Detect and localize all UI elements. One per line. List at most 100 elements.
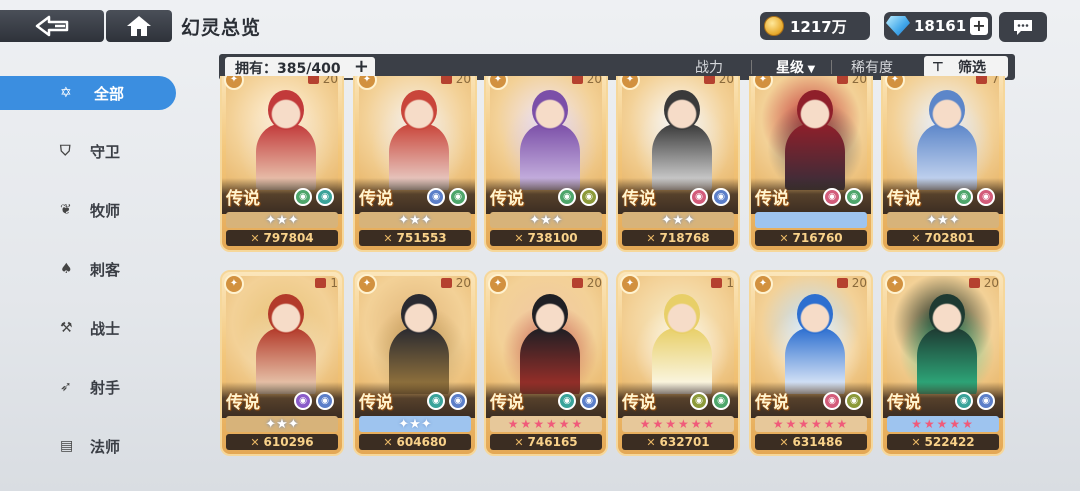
divider — [751, 60, 752, 74]
hero-card[interactable]: ✦ 1 传说 ◉ ◉ ✦★✦ ✕ 610296 — [220, 270, 344, 456]
element-icon: ◉ — [294, 392, 312, 410]
sidebar-item-mage[interactable]: ▤ 法师 — [0, 429, 176, 463]
hero-card[interactable]: ✦ 7 传说 ◉ ◉ ✦★✦ ✕ 702801 — [881, 76, 1005, 252]
element-icon: ◉ — [316, 188, 334, 206]
power-number: 702801 — [924, 231, 975, 245]
power-number: 718768 — [659, 231, 710, 245]
power-value: ✕ 746165 — [490, 434, 602, 450]
power-number: 604680 — [396, 435, 447, 449]
crossed-swords-icon: ✕ — [514, 435, 524, 449]
star-rank-bar: ★★★★★★ — [755, 416, 867, 432]
sidebar-item-label: 守卫 — [90, 142, 121, 161]
card-stack-icon — [315, 278, 327, 288]
element-icon: ◉ — [845, 392, 863, 410]
sidebar-item-archer[interactable]: ➶ 射手 — [0, 370, 176, 404]
crossed-swords-icon: ✕ — [383, 231, 393, 245]
hero-card[interactable]: ✦ 20 传说 ◉ ◉ ★★★★★★ ✕ 631486 — [749, 270, 873, 456]
crossed-swords-icon: ✕ — [911, 231, 921, 245]
gem-counter[interactable]: 18161 + — [884, 12, 992, 40]
rarity-label: 传说 — [359, 189, 393, 209]
sort-by-star[interactable]: 星级 ▼ — [776, 57, 815, 77]
power-number: 738100 — [527, 231, 578, 245]
card-stack-icon — [440, 278, 452, 288]
rarity-label: 传说 — [490, 393, 524, 413]
sort-star-label: 星级 — [776, 60, 804, 76]
gold-coin-icon — [764, 16, 784, 36]
star-rank-bar: ✦★✦ — [887, 212, 999, 228]
copy-count-value: 20 — [983, 276, 999, 290]
star-rank-bar: ✦★✦ — [226, 212, 338, 228]
winged-star-icon: ✦★✦ — [265, 212, 299, 228]
sidebar-item-warrior[interactable]: ⚒ 战士 — [0, 311, 176, 345]
copy-count-value: 20 — [455, 276, 471, 290]
card-stack-icon — [836, 76, 848, 84]
home-icon — [127, 16, 151, 36]
sort-by-power[interactable]: 战力 — [695, 57, 723, 77]
power-number: 716760 — [792, 231, 843, 245]
winged-star-icon: ✦★✦ — [926, 212, 960, 228]
all-star-icon: ✡ — [60, 85, 72, 101]
star-rank-bar: ✦★✦ — [490, 212, 602, 228]
hero-portrait — [622, 76, 734, 190]
star-rank-bar: ✦★✦ — [622, 212, 734, 228]
expand-capacity-button[interactable]: + — [354, 56, 369, 77]
power-value: ✕ 716760 — [755, 230, 867, 246]
power-value: ✕ 631486 — [755, 434, 867, 450]
copy-count-value: 7 — [991, 76, 999, 86]
sidebar-item-label: 牧师 — [90, 201, 121, 220]
rarity-label: 传说 — [755, 189, 789, 209]
copy-count: 20 — [571, 76, 602, 87]
gold-amount: 1217万 — [790, 17, 847, 36]
element-icon: ◉ — [558, 392, 576, 410]
hero-portrait — [359, 76, 471, 190]
owned-count-box[interactable]: 拥有：385/400 + — [225, 56, 375, 78]
sidebar-item-label: 刺客 — [90, 260, 121, 279]
back-arrow-icon — [35, 15, 69, 37]
sidebar-item-all[interactable]: ✡ 全部 — [0, 76, 176, 110]
gold-counter[interactable]: 1217万 — [760, 12, 870, 40]
back-button[interactable] — [0, 10, 104, 42]
hero-card[interactable]: ✦ 20 传说 ◉ ◉ ✦★✦ ✕ 797804 — [220, 76, 344, 252]
filter-button[interactable]: ⊤ 筛选 — [924, 56, 1008, 78]
sidebar-item-assassin[interactable]: ♠ 刺客 — [0, 252, 176, 286]
home-button[interactable] — [106, 10, 172, 42]
hero-card[interactable]: ✦ 20 传说 ◉ ◉ ★★★★★ ✕ 522422 — [881, 270, 1005, 456]
card-stack-icon — [976, 76, 988, 84]
copy-count: 20 — [836, 76, 867, 87]
top-bar: 幻灵总览 1217万 18161 + — [0, 0, 1080, 52]
element-icon: ◉ — [955, 188, 973, 206]
star-rank-bar: ★★★★★★ — [490, 416, 602, 432]
power-number: 751553 — [396, 231, 447, 245]
sidebar-item-guardian[interactable]: ⛉ 守卫 — [0, 134, 176, 168]
hero-card[interactable]: ✦ 20 传说 ◉ ◉ ✦★✦ ✕ 718768 — [616, 76, 740, 252]
element-icon: ◉ — [449, 188, 467, 206]
copy-count: 20 — [703, 76, 734, 87]
copy-count: 20 — [307, 76, 338, 87]
crossed-swords-icon: ✕ — [250, 231, 260, 245]
sidebar-item-priest[interactable]: ❦ 牧师 — [0, 193, 176, 227]
sort-by-rarity[interactable]: 稀有度 — [851, 57, 893, 77]
hero-card[interactable]: ✦ 20 传说 ◉ ◉ ✕ 716760 — [749, 76, 873, 252]
crossed-swords-icon: ✕ — [514, 231, 524, 245]
hero-portrait — [226, 76, 338, 190]
element-icon: ◉ — [580, 188, 598, 206]
power-number: 632701 — [659, 435, 710, 449]
hero-card[interactable]: ✦ 20 传说 ◉ ◉ ★★★★★★ ✕ 746165 — [484, 270, 608, 456]
hero-portrait — [755, 276, 867, 394]
chat-button[interactable] — [999, 12, 1047, 42]
star-rank-bar: ★★★★★ — [887, 416, 999, 432]
hero-card[interactable]: ✦ 20 传说 ◉ ◉ ✦★✦ ✕ 738100 — [484, 76, 608, 252]
hero-portrait — [490, 276, 602, 394]
rarity-label: 传说 — [755, 393, 789, 413]
rarity-label: 传说 — [490, 189, 524, 209]
copy-count: 20 — [968, 275, 999, 291]
element-icon: ◉ — [845, 188, 863, 206]
power-value: ✕ 522422 — [887, 434, 999, 450]
winged-star-icon: ✦★✦ — [265, 416, 299, 432]
hero-card[interactable]: ✦ 1 传说 ◉ ◉ ★★★★★★ ✕ 632701 — [616, 270, 740, 456]
hero-card[interactable]: ✦ 20 传说 ◉ ◉ ✦★✦ ✕ 604680 — [353, 270, 477, 456]
add-gems-button[interactable]: + — [970, 17, 988, 35]
element-icon: ◉ — [427, 392, 445, 410]
hero-card[interactable]: ✦ 20 传说 ◉ ◉ ✦★✦ ✕ 751553 — [353, 76, 477, 252]
copy-count-value: 20 — [851, 76, 867, 86]
